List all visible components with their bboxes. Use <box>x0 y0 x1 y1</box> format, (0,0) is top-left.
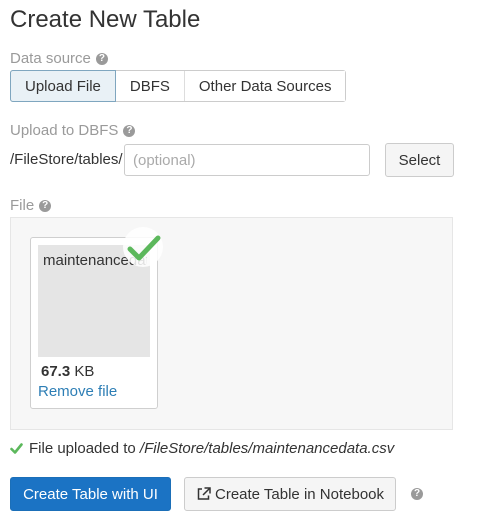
data-source-tabs: Upload File DBFS Other Data Sources <box>10 70 347 102</box>
external-link-icon <box>197 487 211 500</box>
upload-dbfs-label: Upload to DBFS <box>10 122 119 139</box>
page-title: Create New Table <box>10 6 201 33</box>
status-path: /FileStore/tables/maintenancedata.csv <box>139 440 395 457</box>
tab-other-data-sources[interactable]: Other Data Sources <box>184 71 346 101</box>
dbfs-path-prefix: /FileStore/tables/ <box>10 151 123 168</box>
dbfs-path-input[interactable] <box>124 144 370 176</box>
help-icon[interactable]: ? <box>39 199 52 212</box>
help-icon[interactable]: ? <box>123 124 136 137</box>
select-button[interactable]: Select <box>385 143 454 177</box>
file-label: File <box>10 197 35 214</box>
file-size: 67.3 KB <box>41 363 94 380</box>
success-check-icon <box>10 443 23 454</box>
create-table-notebook-button[interactable]: Create Table in Notebook <box>184 477 396 511</box>
upload-status: File uploaded to /FileStore/tables/maint… <box>10 440 394 457</box>
data-source-label: Data source <box>10 50 91 67</box>
remove-file-link[interactable]: Remove file <box>38 383 117 400</box>
checkmark-icon <box>127 235 161 261</box>
file-size-value: 67.3 <box>41 363 71 380</box>
upload-dbfs-label-row: Upload to DBFS ? <box>10 122 136 139</box>
file-label-row: File ? <box>10 197 52 214</box>
file-size-unit: KB <box>74 363 95 380</box>
create-table-ui-button[interactable]: Create Table with UI <box>10 477 171 511</box>
create-table-notebook-label: Create Table in Notebook <box>215 485 384 503</box>
tab-upload-file[interactable]: Upload File <box>10 70 116 102</box>
status-prefix: File uploaded to <box>29 440 136 457</box>
data-source-label-row: Data source ? <box>10 50 108 67</box>
help-icon[interactable]: ? <box>95 52 108 65</box>
help-icon[interactable]: ? <box>411 488 423 500</box>
tab-dbfs[interactable]: DBFS <box>115 71 185 101</box>
